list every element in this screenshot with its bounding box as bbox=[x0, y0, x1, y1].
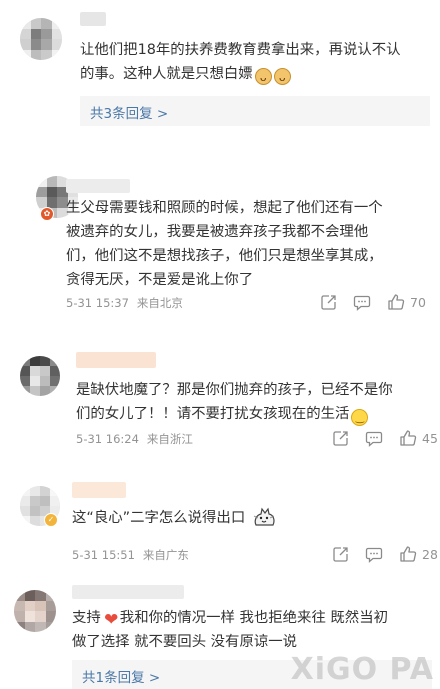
comment-text: 生父母需要钱和照顾的时候，想起了他们还有一个 被遗弃的女儿，我要是被遗弃孩子我都… bbox=[66, 196, 426, 292]
comment-text: 这“良心”二字怎么说得出口 bbox=[72, 506, 432, 530]
comment-icon[interactable] bbox=[364, 544, 384, 564]
username-mosaic[interactable] bbox=[66, 179, 130, 193]
avatar[interactable] bbox=[14, 590, 56, 632]
comment-location: 来自北京 bbox=[136, 296, 183, 310]
doge-emoji: ᴗ bbox=[273, 68, 291, 85]
comment-meta: 5-31 15:37 来自北京 bbox=[66, 295, 183, 311]
comment-location: 来自浙江 bbox=[146, 432, 193, 446]
comment-text: 让他们把18年的扶养费教育费拿出来，再说认不认 的事。这种人就是只想白嫖 ᴗ ᴗ bbox=[80, 38, 440, 86]
comment-text-line-2: 们的女儿了！！请不要打扰女孩现在的生活 bbox=[76, 406, 350, 422]
cat-sticker bbox=[254, 507, 275, 526]
comment-text-line-3: 们，他们这不是想找孩子，他们只是想坐享其成， bbox=[66, 248, 383, 264]
comment-text-line-1: 让他们把18年的扶养费教育费拿出来，再说认不认 bbox=[80, 42, 401, 58]
comment-actions: 45 bbox=[330, 428, 438, 448]
username-mosaic[interactable] bbox=[80, 12, 106, 26]
comment-meta: 5-31 16:24 来自浙江 bbox=[76, 431, 193, 447]
comment-time: 5-31 15:37 bbox=[66, 296, 129, 310]
comment-location: 来自广东 bbox=[142, 548, 189, 562]
share-icon[interactable] bbox=[330, 428, 350, 448]
comment-actions: 28 bbox=[330, 544, 438, 564]
avatar[interactable] bbox=[20, 356, 60, 396]
username-mosaic[interactable] bbox=[76, 352, 156, 368]
comment-actions: 70 bbox=[318, 292, 426, 312]
comment-text-line-1: 支持 bbox=[72, 610, 101, 626]
comment-text-line-2: 的事。这种人就是只想白嫖 bbox=[80, 66, 253, 82]
comment-text-line-2: 做了选择 就不要回头 没有原谅一说 bbox=[72, 634, 298, 650]
comment-text-line-1b: 我和你的情况一样 我也拒绝来往 既然当初 bbox=[119, 610, 388, 626]
comment-icon[interactable] bbox=[364, 428, 384, 448]
comment-time: 5-31 15:51 bbox=[72, 548, 135, 562]
comment-text-line-1: 生父母需要钱和照顾的时候，想起了他们还有一个 bbox=[66, 200, 383, 216]
comment-text: 支持 ❤我和你的情况一样 我也拒绝来往 既然当初 做了选择 就不要回头 没有原谅一… bbox=[72, 606, 432, 654]
comment-text-line-1: 是缺伏地魔了？那是你们抛弃的孩子，已经不是你 bbox=[76, 382, 393, 398]
comment-text: 是缺伏地魔了？那是你们抛弃的孩子，已经不是你 们的女儿了！！请不要打扰女孩现在的… bbox=[76, 378, 436, 426]
like-count: 70 bbox=[410, 294, 426, 310]
thumbs-up-icon bbox=[386, 292, 406, 312]
thumbs-up-icon bbox=[398, 544, 418, 564]
like-count: 28 bbox=[422, 546, 438, 562]
share-icon[interactable] bbox=[318, 292, 338, 312]
comment-meta: 5-31 15:51 来自广东 bbox=[72, 547, 189, 563]
doge-emoji: ᴗ bbox=[254, 68, 272, 85]
like-count: 45 bbox=[422, 430, 438, 446]
site-watermark-logo: XiGO PA bbox=[290, 652, 434, 687]
like-button[interactable]: 70 bbox=[386, 292, 426, 312]
reply-box: 共3条回复 > bbox=[80, 96, 430, 126]
comment-text-line-2: 被遗弃的女儿，我要是被遗弃孩子我都不会理他 bbox=[66, 224, 369, 240]
username-mosaic[interactable] bbox=[72, 482, 126, 498]
username-mosaic[interactable] bbox=[72, 585, 184, 599]
thumbs-up-icon bbox=[398, 428, 418, 448]
heart-emoji: ❤ bbox=[104, 610, 119, 630]
like-button[interactable]: 28 bbox=[398, 544, 438, 564]
view-replies-link[interactable]: 共1条回复 > bbox=[82, 666, 160, 686]
like-button[interactable]: 45 bbox=[398, 428, 438, 448]
comment-text-line-1: 这“良心”二字怎么说得出口 bbox=[72, 510, 246, 526]
verified-badge-icon: ✓ bbox=[44, 513, 58, 527]
comment-text-line-4: 贪得无厌，不是爱是讹上你了 bbox=[66, 272, 254, 288]
smile-emoji: ‿ bbox=[351, 409, 369, 426]
avatar[interactable] bbox=[20, 18, 62, 60]
comment-time: 5-31 16:24 bbox=[76, 432, 139, 446]
verified-badge-icon: ✿ bbox=[40, 207, 54, 221]
view-replies-link[interactable]: 共3条回复 > bbox=[90, 102, 168, 122]
share-icon[interactable] bbox=[330, 544, 350, 564]
comment-icon[interactable] bbox=[352, 292, 372, 312]
